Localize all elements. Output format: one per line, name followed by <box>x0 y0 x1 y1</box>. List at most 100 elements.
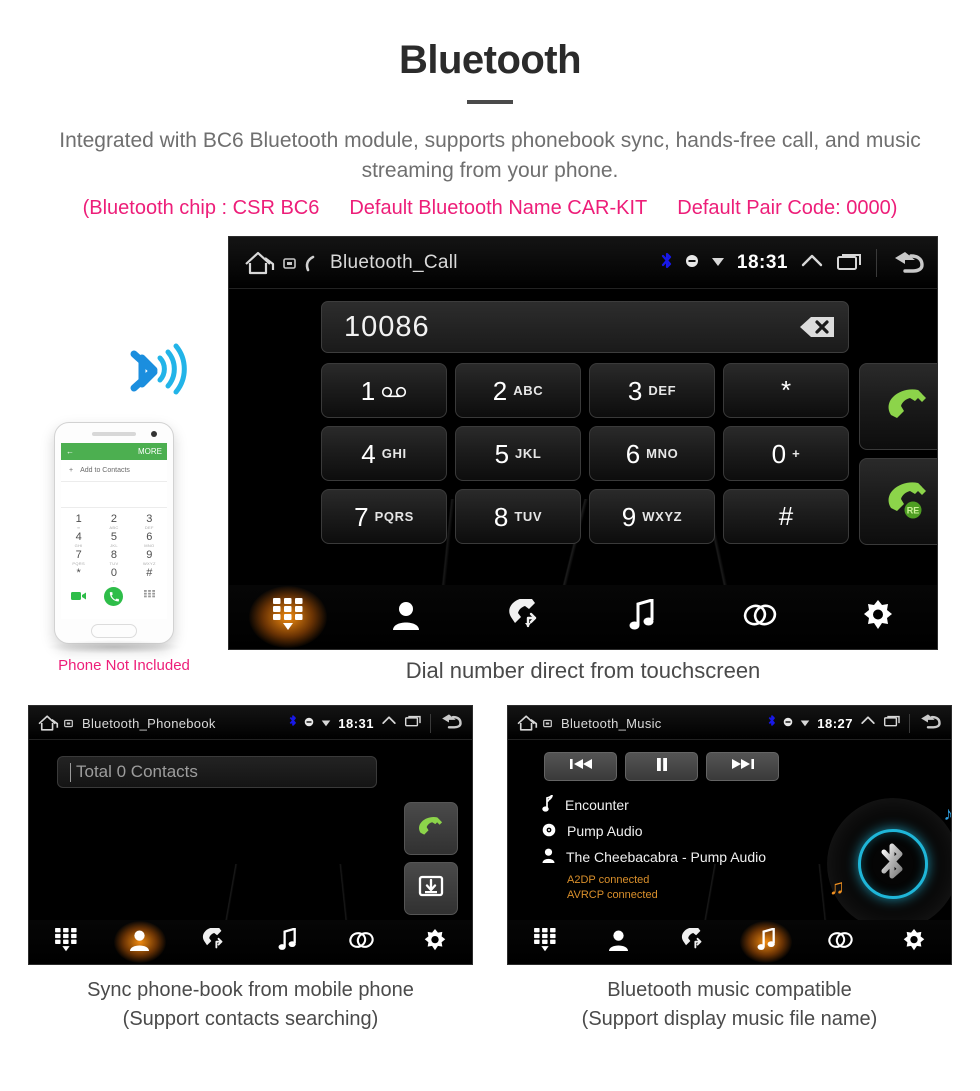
toolbar-music[interactable] <box>250 920 324 964</box>
phone-add-contact-label: Add to Contacts <box>80 467 130 474</box>
chevron-up-icon[interactable] <box>800 251 824 276</box>
toolbar-call-history[interactable] <box>177 920 251 964</box>
key-star[interactable]: * <box>723 363 849 418</box>
contacts-icon <box>608 929 629 956</box>
chevron-up-icon[interactable] <box>860 714 876 732</box>
recents-icon[interactable] <box>836 251 864 276</box>
phone-not-included-note: Phone Not Included <box>58 657 190 674</box>
next-track-button[interactable] <box>706 752 779 781</box>
phone-key: # <box>146 567 153 579</box>
back-icon[interactable] <box>917 711 943 735</box>
music-statusbar-time: 18:27 <box>817 715 853 731</box>
key-0[interactable]: 0 + <box>723 426 849 481</box>
call-screen-caption: Dial number direct from touchscreen <box>405 658 761 683</box>
statusbar-divider <box>909 713 910 733</box>
toolbar-settings[interactable] <box>398 920 472 964</box>
bluetooth-status-icon <box>768 714 776 732</box>
toolbar-call-history[interactable] <box>656 920 730 964</box>
green-handset-icon <box>882 385 934 428</box>
link-icon <box>348 930 375 955</box>
mute-status-icon <box>304 714 314 732</box>
call-screen-title: Bluetooth_Call <box>330 252 458 273</box>
phone-handset-icon <box>303 255 316 272</box>
toolbar-dialpad[interactable] <box>29 920 103 964</box>
avrcp-status: AVRCP connected <box>567 889 658 901</box>
phone-key: 4 GHI <box>74 531 83 548</box>
key-5[interactable]: 5 JKL <box>455 426 581 481</box>
phone-screen: ← MORE + Add to Contacts 1 ∞ 2 ABC 3 DEF 4G… <box>61 443 167 619</box>
toolbar-dialpad[interactable] <box>229 585 347 649</box>
track-artist: The Cheebacabra - Pump Audio <box>566 849 767 865</box>
home-icon[interactable] <box>37 714 60 732</box>
chevron-up-icon[interactable] <box>381 714 397 732</box>
key-8[interactable]: 8 TUV <box>455 489 581 544</box>
title-divider <box>467 100 513 104</box>
music-statusbar: Bluetooth_Music 18:27 <box>508 706 951 740</box>
settings-gear-icon <box>903 928 925 957</box>
key-1[interactable]: 1 <box>321 363 447 418</box>
page-subtitle: Integrated with BC6 Bluetooth module, su… <box>59 129 921 183</box>
redial-button[interactable]: RE <box>859 458 937 545</box>
artist-person-icon <box>542 848 555 866</box>
key-2[interactable]: 2 ABC <box>455 363 581 418</box>
key-9[interactable]: 9 WXYZ <box>589 489 715 544</box>
music-note-icon <box>629 597 655 636</box>
toolbar-pair-link[interactable] <box>701 585 819 649</box>
phone-key: 0 + <box>110 567 118 584</box>
call-button[interactable] <box>859 363 937 450</box>
key-6[interactable]: 6 MNO <box>589 426 715 481</box>
bluetooth-status-icon <box>289 714 297 732</box>
key-7[interactable]: 7 PQRS <box>321 489 447 544</box>
bluetooth-call-screen: Bluetooth_Call 18:31 10086 1 2 ABC 3 DEF… <box>228 236 938 650</box>
toolbar-contacts[interactable] <box>347 585 465 649</box>
sd-card-icon <box>543 719 552 728</box>
wifi-status-icon <box>800 714 810 732</box>
phone-key: 8 TUV <box>109 549 119 566</box>
call-toolbar <box>229 585 937 649</box>
phonebook-body: Total 0 Contacts <box>29 740 472 964</box>
call-history-icon <box>680 927 705 956</box>
phone-key: 3 DEF <box>144 513 154 530</box>
back-icon[interactable] <box>889 247 927 280</box>
backspace-button[interactable] <box>784 312 836 342</box>
dialed-number-field[interactable]: 10086 <box>321 301 849 353</box>
key-4[interactable]: 4 GHI <box>321 426 447 481</box>
phonebook-sync-button[interactable] <box>404 862 458 915</box>
key-3[interactable]: 3 DEF <box>589 363 715 418</box>
track-title: Encounter <box>565 797 629 813</box>
toolbar-pair-link[interactable] <box>324 920 398 964</box>
phonebook-call-button[interactable] <box>404 802 458 855</box>
back-icon[interactable] <box>438 711 464 735</box>
music-toolbar <box>508 920 951 964</box>
music-track-info: Encounter Pump Audio The Cheebacabra - P… <box>542 792 832 903</box>
key-hash[interactable]: # <box>723 489 849 544</box>
toolbar-settings[interactable] <box>877 920 951 964</box>
phone-keypad-toggle-icon <box>132 588 167 606</box>
toolbar-contacts[interactable] <box>582 920 656 964</box>
page-title: Bluetooth <box>398 38 582 82</box>
recents-icon[interactable] <box>883 714 902 732</box>
toolbar-music[interactable] <box>583 585 701 649</box>
toolbar-settings[interactable] <box>819 585 937 649</box>
statusbar-divider <box>430 713 431 733</box>
redial-handset-icon: RE <box>882 478 934 525</box>
phonebook-actions <box>404 802 458 915</box>
contacts-icon <box>392 600 420 635</box>
phone-key: 7 PQRS <box>72 549 85 566</box>
home-icon[interactable] <box>516 714 539 732</box>
bluetooth-status-icon <box>661 251 673 275</box>
spec-chip: (Bluetooth chip : CSR BC6 <box>82 196 320 219</box>
pause-button[interactable] <box>625 752 698 781</box>
toolbar-contacts[interactable] <box>103 920 177 964</box>
home-icon[interactable] <box>243 250 277 276</box>
toolbar-dialpad[interactable] <box>508 920 582 964</box>
previous-track-button[interactable] <box>544 752 617 781</box>
recents-icon[interactable] <box>404 714 423 732</box>
text-caret <box>70 762 71 782</box>
toolbar-pair-link[interactable] <box>803 920 877 964</box>
contacts-search-input[interactable]: Total 0 Contacts <box>57 756 377 788</box>
back-arrow-icon: ← <box>66 447 74 456</box>
spec-name: Default Bluetooth Name CAR-KIT <box>349 196 648 219</box>
toolbar-music[interactable] <box>729 920 803 964</box>
toolbar-call-history[interactable] <box>465 585 583 649</box>
